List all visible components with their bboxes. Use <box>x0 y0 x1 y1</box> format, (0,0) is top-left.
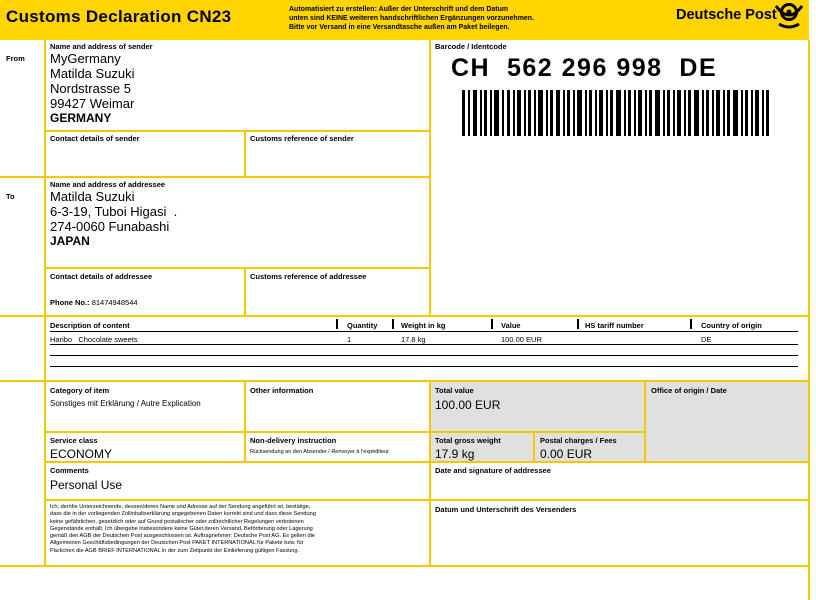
postal-charges-label: Postal charges / Fees <box>540 436 617 445</box>
item-value: 100.00 EUR <box>501 335 542 344</box>
total-weight-label: Total gross weight <box>435 436 501 445</box>
frame-middle <box>429 40 431 316</box>
addressee-signature-label: Date and signature of addressee <box>435 466 551 475</box>
items-rule <box>50 366 798 367</box>
col-sep <box>336 319 338 329</box>
col-sep <box>491 319 493 329</box>
col-sep <box>690 319 692 329</box>
header-instructions: Automatisiert zu erstellen: Außer der Un… <box>289 6 535 31</box>
from-label: From <box>6 54 25 63</box>
barcode-label: Barcode / Identcode <box>435 42 507 51</box>
other-information-label: Other information <box>250 386 314 395</box>
comments-value: Personal Use <box>50 478 123 492</box>
category-value: Sonstiges mit Erklärung / Autre Explicat… <box>50 399 201 408</box>
frame-office-split <box>644 380 646 462</box>
non-delivery-label: Non-delivery instruction <box>250 436 337 445</box>
postal-charges: 0.00 EUR <box>540 447 593 461</box>
col-description: Description of content <box>50 321 130 330</box>
addressee-name-label: Name and address of addressee <box>50 180 166 189</box>
sender-signature-label: Datum und Unterschrift des Versenders <box>435 505 577 514</box>
non-delivery-value: Rücksendung an den Absender / Renvoyer à… <box>250 449 389 455</box>
total-weight: 17.9 kg <box>435 447 475 461</box>
addressee-address: Matilda Suzuki 6-3-19, Tuboi Higasi . 27… <box>50 189 178 248</box>
frame-sender-split <box>244 131 246 177</box>
office-origin-label: Office of origin / Date <box>651 386 727 395</box>
frame-postal-split <box>533 431 535 462</box>
col-hs-tariff: HS tariff number <box>585 321 644 330</box>
sender-contact-label: Contact details of sender <box>50 134 140 143</box>
category-label: Category of item <box>50 386 110 395</box>
line-sender-bottom <box>44 130 430 132</box>
col-sep <box>392 319 394 329</box>
line-to-bottom <box>0 315 810 317</box>
frame-left-col <box>44 40 46 566</box>
col-value: Value <box>501 321 521 330</box>
total-value: 100.00 EUR <box>435 398 501 412</box>
form-title: Customs Declaration CN23 <box>6 7 232 26</box>
line-from-bottom <box>0 176 430 178</box>
item-description: Haribo Chocolate sweets <box>50 335 138 344</box>
item-origin: DE <box>701 335 712 344</box>
line-category-bottom <box>44 431 645 433</box>
item-quantity: 1 <box>347 335 352 344</box>
total-value-label: Total value <box>435 386 474 395</box>
service-class-value: ECONOMY <box>50 447 113 461</box>
col-sep <box>577 319 579 329</box>
phone-value: 81474948544 <box>91 298 138 307</box>
frame-lower-split <box>244 380 246 462</box>
line-comments-bottom <box>44 499 810 501</box>
item-weight: 17.8 kg <box>401 335 426 344</box>
to-label: To <box>6 192 15 201</box>
sender-reference-label: Customs reference of sender <box>250 134 354 143</box>
col-origin: Country of origin <box>701 321 762 330</box>
col-weight: Weight in kg <box>401 321 446 330</box>
addressee-reference-label: Customs reference of addressee <box>250 272 367 281</box>
frame-right-edge <box>808 40 810 600</box>
identcode-text: CH 562 296 998 DE <box>451 54 718 82</box>
comments-label: Comments <box>50 466 89 475</box>
phone-label: Phone No.: <box>50 298 90 307</box>
declaration-text: Ich, der/die Unterzeichnende, dessen/der… <box>50 504 316 554</box>
addressee-phone: Phone No.: 81474948544 <box>50 298 138 307</box>
barcode-image <box>462 90 769 136</box>
addressee-contact-label: Contact details of addressee <box>50 272 153 281</box>
sender-address: MyGermany Matilda Suzuki Nordstrasse 5 9… <box>50 51 135 125</box>
items-rule <box>50 344 798 345</box>
service-class-label: Service class <box>50 436 98 445</box>
frame-addressee-split <box>244 268 246 316</box>
col-quantity: Quantity <box>347 321 378 330</box>
line-service-bottom <box>44 461 810 463</box>
frame-lower-middle <box>429 380 431 566</box>
line-declaration-bottom <box>0 565 810 567</box>
line-addressee-bottom <box>44 267 430 269</box>
brand-name: Deutsche Post <box>676 7 777 23</box>
items-rule <box>50 355 798 356</box>
sender-name-label: Name and address of sender <box>50 42 153 51</box>
post-horn-icon <box>773 2 805 30</box>
items-rule <box>50 331 798 332</box>
